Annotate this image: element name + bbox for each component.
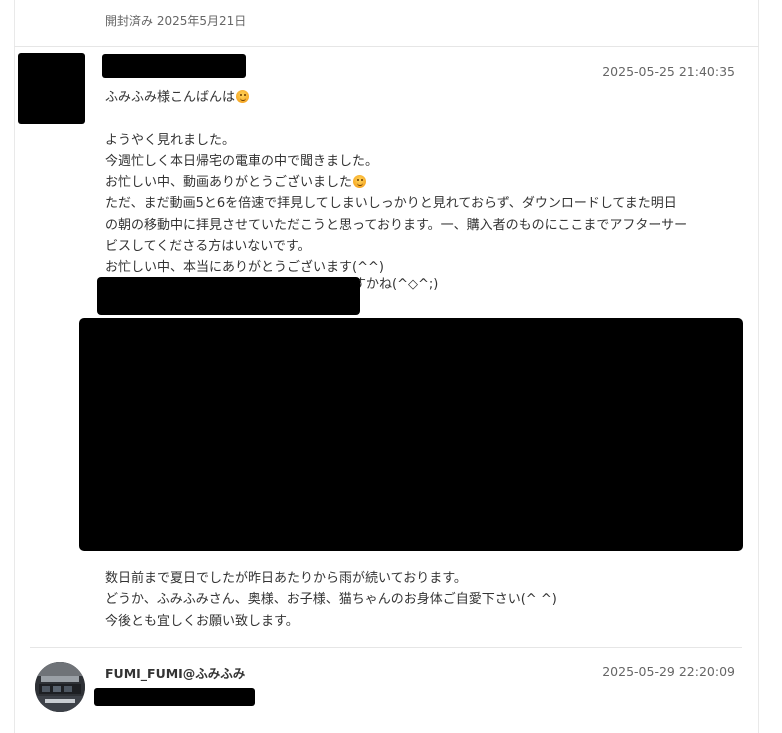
smiling-face-emoji-icon (236, 90, 250, 103)
message-line: お忙しい中、動画ありがとうございました (105, 172, 745, 193)
sender-name: FUMI_FUMI@ふみふみ (105, 666, 246, 681)
message-line: 数日前まで夏日でしたが昨日あたりから雨が続いております。 (105, 571, 467, 586)
frame-border-right (758, 0, 759, 733)
opened-status-note: 開封済み 2025年5月21日 (105, 14, 247, 28)
message-divider (14, 46, 759, 47)
message-line: ただ、まだ動画5と6を倍速で拝見してしまいしっかりと見れておらず、ダウンロードし… (105, 196, 677, 212)
text-redacted (94, 688, 255, 706)
message-line: どうか、ふみふみさん、奥様、お子様、猫ちゃんのお身体ご自愛下さい(^ ^) (105, 592, 557, 608)
attachment-image-redacted (79, 318, 743, 551)
message-closing: 数日前まで夏日でしたが昨日あたりから雨が続いております。 どうか、ふみふみさん、… (105, 568, 557, 632)
message-timestamp: 2025-05-29 22:20:09 (602, 664, 735, 679)
smiling-face-emoji-icon (353, 175, 367, 189)
message-timestamp: 2025-05-25 21:40:35 (602, 64, 735, 79)
avatar (35, 662, 85, 712)
avatar-photo-icon (35, 662, 85, 712)
text-redacted (97, 277, 360, 315)
message-line: ようやく見れました。 (105, 132, 236, 148)
sender-name-redacted (102, 54, 246, 78)
message-body: ふみふみ様こんばんは ようやく見れました。 今週忙しく本日帰宅の電車の中で聞きま… (105, 87, 745, 279)
avatar-redacted (18, 53, 85, 124)
message-thread: 開封済み 2025年5月21日 2025-05-25 21:40:35 ふみふみ… (0, 0, 782, 733)
message-line: ふみふみ様こんばんは (105, 87, 745, 108)
message-line: の朝の移動中に拝見させていただこうと思っております。一、購入者のものにここまでア… (105, 217, 688, 233)
message-line: 今後とも宜しくお願い致します。 (105, 613, 299, 629)
frame-border-left (14, 0, 15, 733)
message-line: 今週忙しく本日帰宅の電車の中で聞きました。 (105, 153, 379, 169)
message-divider (30, 647, 742, 648)
message-line: ビスしてくださる方はいないです。 (105, 239, 311, 255)
visible-line-fragment: すかね(^◇^;) (353, 277, 439, 292)
